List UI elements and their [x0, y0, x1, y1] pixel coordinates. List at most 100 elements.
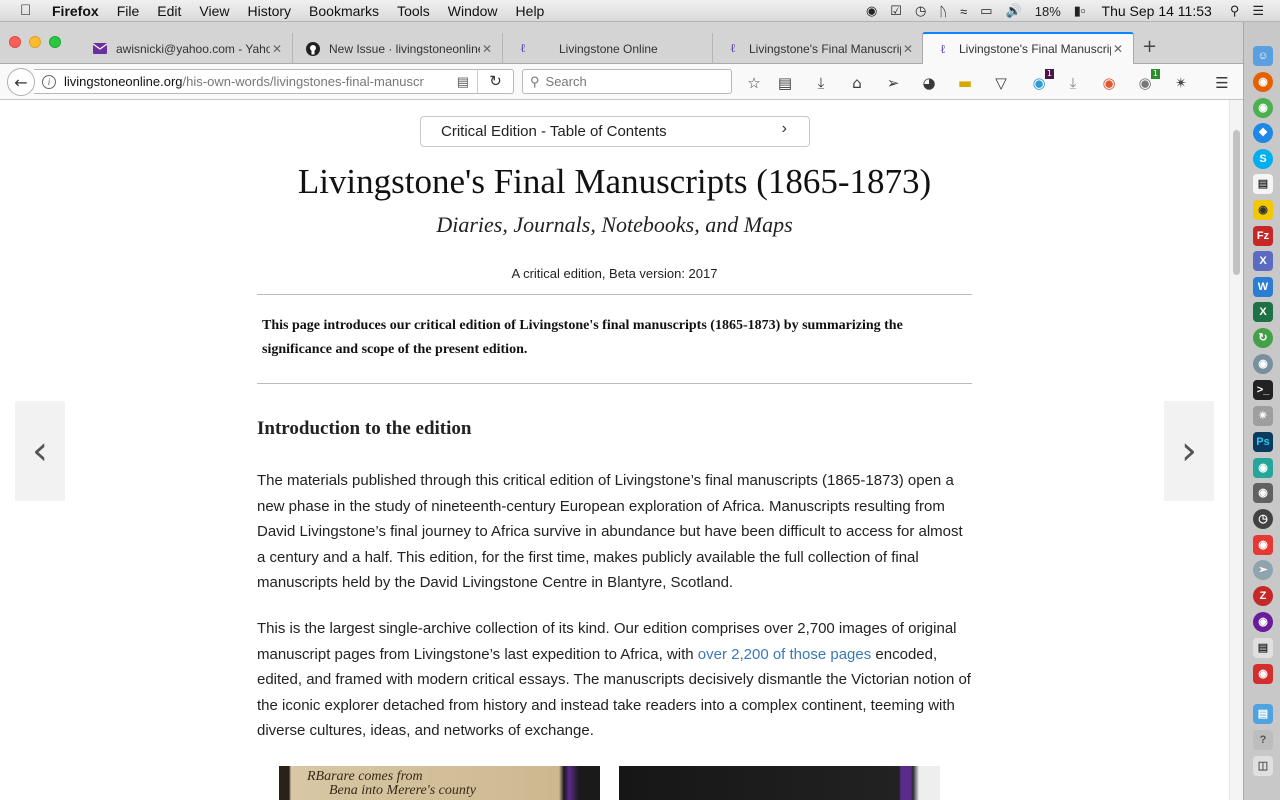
globe-icon[interactable]: ◉: [1253, 354, 1273, 374]
sync-icon[interactable]: ↻: [1253, 328, 1273, 348]
x-app-icon[interactable]: X: [1253, 251, 1273, 271]
menu-app[interactable]: Firefox: [52, 3, 99, 19]
menu-view[interactable]: View: [199, 3, 229, 19]
downloads-icon[interactable]: ⤓: [811, 73, 831, 93]
search-input[interactable]: [545, 74, 716, 89]
site-info-icon[interactable]: i: [42, 74, 56, 89]
shield-icon[interactable]: ☑: [890, 3, 902, 19]
menu-file[interactable]: File: [117, 3, 140, 19]
zoom-window-button[interactable]: [49, 36, 61, 48]
ruler-extension-icon[interactable]: ▬: [955, 73, 975, 93]
reload-icon[interactable]: ↻: [477, 70, 513, 93]
settings-extension-icon[interactable]: ✴: [1171, 73, 1191, 93]
excel-icon[interactable]: X: [1253, 302, 1273, 322]
minimize-window-button[interactable]: [29, 36, 41, 48]
slack-extension-icon[interactable]: ◉ 1: [1029, 69, 1054, 93]
bookmark-star-icon[interactable]: ☆: [744, 73, 764, 93]
manuscript-line: RBarare comes from: [307, 769, 423, 784]
help-icon[interactable]: ?: [1253, 730, 1273, 750]
tab-close-icon[interactable]: ✕: [1111, 42, 1125, 56]
utility-icon[interactable]: ✴: [1253, 406, 1273, 426]
tab-final-manuscripts-active[interactable]: ℓ Livingstone's Final Manuscrip ✕: [922, 32, 1134, 64]
manuscript-image[interactable]: RBarare comes from Bena into Merere's cou…: [279, 766, 600, 800]
chevron-right-icon: ›: [781, 120, 787, 137]
tab-github-issue[interactable]: New Issue · livingstoneonline/ ✕: [293, 33, 503, 64]
search-bar[interactable]: ⚲: [522, 69, 732, 94]
photo-booth-icon[interactable]: ◉: [1253, 535, 1273, 555]
reading-list-icon[interactable]: ▤: [775, 73, 795, 93]
tab-final-manuscripts-1[interactable]: ℓ Livingstone's Final Manuscrip ✕: [713, 33, 923, 64]
notification-center-icon[interactable]: ☰: [1252, 3, 1264, 19]
url-text[interactable]: livingstoneonline.org/his-own-words/livi…: [64, 74, 434, 89]
menubar-clock[interactable]: Thu Sep 14 11:53: [1102, 3, 1212, 19]
pocket-icon[interactable]: ▽: [991, 73, 1011, 93]
menu-window[interactable]: Window: [448, 3, 498, 19]
clock-app-icon[interactable]: ◷: [1253, 509, 1273, 529]
chrome-icon[interactable]: ◉: [1253, 98, 1273, 118]
reader-view-icon[interactable]: ▤: [457, 74, 469, 90]
previous-page-button[interactable]: ‹: [15, 401, 65, 501]
download-manager-icon[interactable]: ⤓: [1063, 73, 1083, 93]
word-icon[interactable]: W: [1253, 277, 1273, 297]
spotlight-icon[interactable]: ⚲: [1230, 3, 1240, 19]
preview-image-icon[interactable]: ▤: [1253, 638, 1273, 658]
zotero-icon[interactable]: Z: [1253, 586, 1273, 606]
scrollbar-thumb[interactable]: [1233, 130, 1240, 275]
extension-icon[interactable]: ◉ 1: [1135, 69, 1160, 93]
back-button[interactable]: ←: [7, 68, 35, 96]
folder-icon[interactable]: ▤: [1253, 704, 1273, 724]
gimp-icon[interactable]: ◉: [1253, 483, 1273, 503]
volume-icon[interactable]: 🔊: [1006, 3, 1022, 19]
menu-tools[interactable]: Tools: [397, 3, 430, 19]
pages-encoded-link[interactable]: over 2,200 of those pages: [698, 646, 871, 663]
terminal-icon[interactable]: >_: [1253, 380, 1273, 400]
skype-icon[interactable]: S: [1253, 149, 1273, 169]
trash-icon[interactable]: ◫: [1253, 756, 1273, 776]
toc-button[interactable]: Critical Edition - Table of Contents ›: [420, 116, 810, 147]
hamburger-menu-icon[interactable]: ☰: [1212, 73, 1232, 93]
new-tab-button[interactable]: +: [1142, 36, 1157, 57]
tab-close-icon[interactable]: ✕: [480, 42, 494, 56]
tab-close-icon[interactable]: ✕: [270, 42, 284, 56]
bluetooth-icon[interactable]: ᚢ: [939, 4, 947, 19]
history-icon[interactable]: ◕: [919, 73, 939, 93]
duckduckgo-icon[interactable]: ◉: [1099, 73, 1119, 93]
extension-badge: 1: [1044, 69, 1054, 79]
photoshop-icon[interactable]: Ps: [1253, 432, 1273, 452]
send-tab-icon[interactable]: ➢: [883, 73, 903, 93]
apple-icon[interactable]: : [20, 2, 38, 19]
search-icon: ⚲: [530, 73, 540, 89]
launchpad-icon[interactable]: ➢: [1253, 560, 1273, 580]
url-bar[interactable]: i livingstoneonline.org/his-own-words/li…: [34, 69, 514, 94]
app-icon[interactable]: ◉: [1253, 458, 1273, 478]
tab-yahoo-mail[interactable]: awisnicki@yahoo.com - Yaho ✕: [80, 33, 293, 64]
close-window-button[interactable]: [9, 36, 21, 48]
cyberduck-icon[interactable]: ◉: [1253, 200, 1273, 220]
filezilla-icon[interactable]: Fz: [1253, 226, 1273, 246]
creative-cloud-icon[interactable]: ◉: [866, 3, 877, 19]
wifi-icon[interactable]: ≈: [960, 4, 967, 19]
airplay-icon[interactable]: ▭: [980, 3, 992, 19]
extension-badge: 1: [1150, 69, 1160, 79]
github-desktop-icon[interactable]: ◉: [1253, 612, 1273, 632]
safari-icon[interactable]: ❖: [1253, 123, 1273, 143]
menu-bookmarks[interactable]: Bookmarks: [309, 3, 379, 19]
divider: [257, 294, 972, 295]
menu-help[interactable]: Help: [516, 3, 545, 19]
preview-icon[interactable]: ▤: [1253, 174, 1273, 194]
tab-livingstone-online[interactable]: ℓ Livingstone Online: [503, 33, 713, 64]
next-page-button[interactable]: ›: [1164, 401, 1214, 501]
menu-edit[interactable]: Edit: [157, 3, 181, 19]
menu-history[interactable]: History: [247, 3, 291, 19]
finder-icon[interactable]: ☺: [1253, 46, 1273, 66]
home-icon[interactable]: ⌂: [847, 73, 867, 93]
acrobat-icon[interactable]: ◉: [1253, 664, 1273, 684]
time-machine-icon[interactable]: ◷: [915, 3, 926, 19]
battery-icon[interactable]: ▮▫: [1074, 3, 1086, 19]
page-scrollbar[interactable]: [1229, 100, 1243, 800]
firefox-icon[interactable]: ◉: [1253, 72, 1273, 92]
manuscript-image[interactable]: [619, 766, 940, 800]
tab-close-icon[interactable]: ✕: [901, 42, 915, 56]
battery-percent[interactable]: 18%: [1035, 4, 1061, 19]
macos-menubar:  Firefox File Edit View History Bookmar…: [0, 0, 1280, 22]
